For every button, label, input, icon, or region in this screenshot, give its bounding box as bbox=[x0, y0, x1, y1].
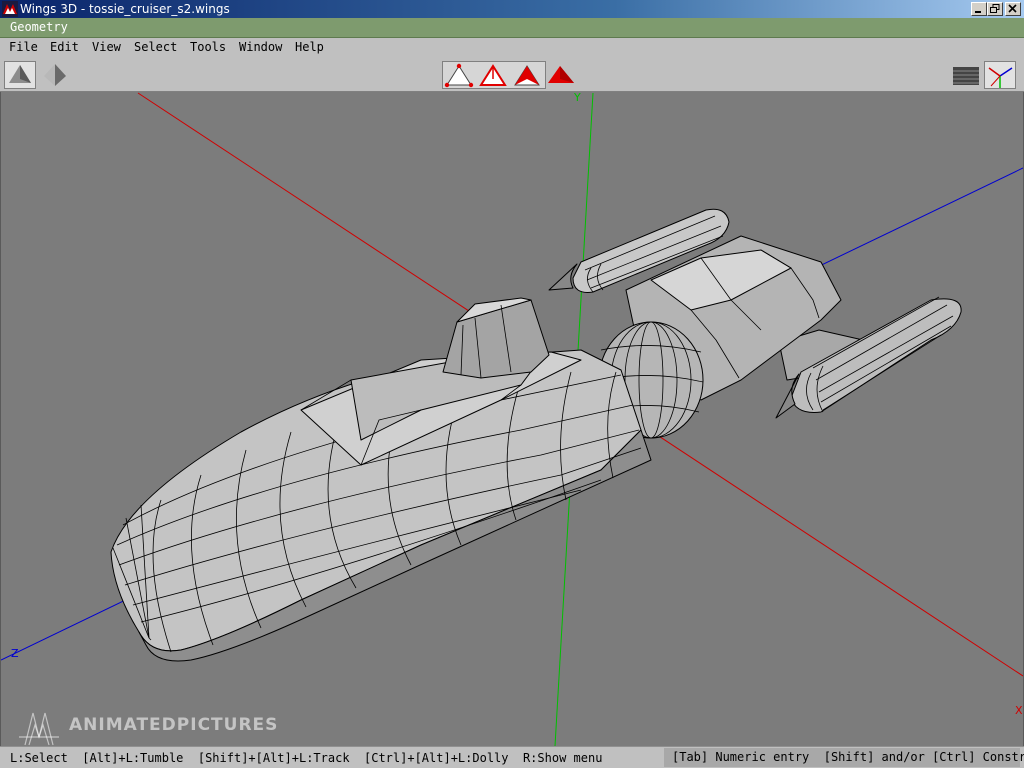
smooth-shaded-icon bbox=[9, 65, 31, 83]
vertex-select-button[interactable] bbox=[443, 61, 475, 89]
groundplane-button[interactable] bbox=[950, 61, 982, 89]
spaceship-model[interactable] bbox=[110, 208, 962, 662]
menu-window[interactable]: Window bbox=[239, 40, 282, 54]
mouse-hint-text: L:Select [Alt]+L:Tumble [Shift]+[Alt]+L:… bbox=[10, 751, 603, 765]
face-select-icon bbox=[514, 65, 540, 86]
window-title: Wings 3D - tossie_cruiser_s2.wings bbox=[20, 2, 230, 16]
window-titlebar[interactable]: Wings 3D - tossie_cruiser_s2.wings bbox=[0, 0, 1024, 18]
watermark-logo-icon bbox=[19, 712, 59, 746]
close-icon bbox=[1008, 4, 1017, 13]
axes-icon bbox=[988, 67, 1013, 88]
menu-bar: File Edit View Select Tools Window Help bbox=[0, 38, 1024, 58]
menu-select[interactable]: Select bbox=[134, 40, 177, 54]
minimize-icon bbox=[975, 11, 981, 13]
edge-select-icon bbox=[479, 64, 507, 86]
geometry-viewport[interactable]: Y X Z ANIMATEDPICTURES bbox=[0, 92, 1024, 746]
menu-tools[interactable]: Tools bbox=[190, 40, 226, 54]
viewport-canvas[interactable] bbox=[1, 92, 1024, 746]
minimize-button[interactable] bbox=[971, 2, 987, 16]
watermark-text: ANIMATEDPICTURES bbox=[69, 715, 279, 735]
close-button[interactable] bbox=[1005, 2, 1021, 16]
flat-shaded-button[interactable] bbox=[40, 61, 72, 89]
vertex-select-icon bbox=[444, 63, 474, 88]
menu-file[interactable]: File bbox=[9, 40, 38, 54]
edge-select-button[interactable] bbox=[477, 61, 509, 89]
restore-icon bbox=[990, 4, 1000, 13]
menu-edit[interactable]: Edit bbox=[50, 40, 79, 54]
key-hint-text: [Tab] Numeric entry [Shift] and/or [Ctrl… bbox=[664, 748, 1024, 767]
flat-shaded-icon bbox=[44, 64, 66, 86]
z-axis-label: Z bbox=[11, 647, 19, 660]
wings-app-icon[interactable] bbox=[2, 1, 18, 17]
geometry-window-header[interactable]: Geometry bbox=[0, 18, 1024, 38]
menu-view[interactable]: View bbox=[92, 40, 121, 54]
maximize-button[interactable] bbox=[987, 2, 1003, 16]
menu-help[interactable]: Help bbox=[295, 40, 324, 54]
groundplane-icon bbox=[953, 67, 979, 85]
body-select-button[interactable] bbox=[546, 61, 578, 89]
face-select-button[interactable] bbox=[511, 61, 543, 89]
geometry-label: Geometry bbox=[10, 20, 68, 34]
smooth-shaded-button[interactable] bbox=[4, 61, 36, 89]
toolbar bbox=[0, 58, 1024, 92]
axes-toggle-button[interactable] bbox=[984, 61, 1016, 89]
y-axis-label: Y bbox=[574, 92, 581, 104]
body-select-icon bbox=[548, 66, 574, 83]
status-bar: L:Select [Alt]+L:Tumble [Shift]+[Alt]+L:… bbox=[0, 746, 1024, 768]
x-axis-label: X bbox=[1015, 704, 1023, 717]
watermark: ANIMATEDPICTURES bbox=[15, 707, 279, 746]
